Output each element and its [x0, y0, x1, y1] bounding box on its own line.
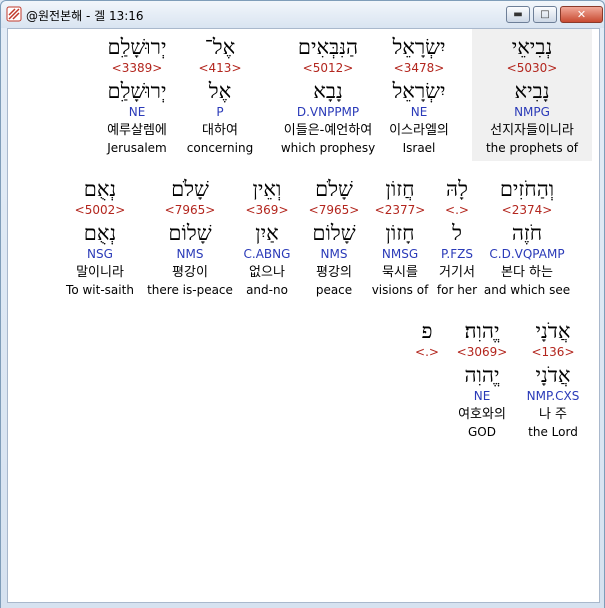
hebrew-word: פ	[421, 319, 433, 343]
korean-gloss	[367, 407, 487, 425]
maximize-icon: □	[540, 9, 550, 20]
minimize-icon: ▬	[513, 9, 523, 20]
interlinear-panel[interactable]: נְבִיאֵי <5030> נָבִיא NMPG 선지자들이니라 the proph…	[7, 28, 600, 603]
hebrew-word: יְרוּשָׁלִַם	[107, 35, 167, 59]
english-gloss: which prophesy	[280, 141, 376, 155]
maximize-button[interactable]: □	[533, 6, 557, 23]
strong-number: <.>	[415, 345, 439, 359]
strong-number: <5002>	[74, 203, 126, 217]
hebrew-lemma	[367, 362, 487, 389]
morphology-code	[367, 389, 487, 407]
morphology-code: NE	[128, 105, 146, 119]
minimize-button[interactable]: ▬	[506, 6, 530, 23]
word-column[interactable]: פ <.>	[367, 313, 487, 445]
hebrew-lemma: נָבָא	[313, 79, 343, 103]
korean-gloss: 이들은-예언하여	[283, 123, 373, 138]
hebrew-word: נְבִיאֵי	[511, 35, 553, 59]
strong-number: <5030>	[506, 61, 558, 75]
morphology-code: NSG	[87, 247, 113, 261]
word-column[interactable]: הַנִּבְּאִים <5012> נָבָא D.VNPPMP 이들은-예언하여 w…	[268, 29, 388, 161]
word-column[interactable]: יְרוּשָׁלִַם <3389> יְרוּשָׁלַ͏ִם NE 예루살렘에 Je…	[77, 29, 197, 161]
app-icon[interactable]	[6, 6, 22, 22]
hebrew-lemma: נָבִיא	[514, 79, 550, 103]
strong-number: <5012>	[302, 61, 354, 75]
english-gloss: Jerusalem	[107, 141, 167, 155]
morphology-code: NMPG	[514, 105, 550, 119]
close-icon: ✕	[576, 8, 587, 21]
korean-gloss: 예루살렘에	[107, 123, 167, 138]
window-bottom-border	[1, 603, 604, 608]
korean-gloss: 선지자들이니라	[490, 123, 574, 138]
strong-number: <3389>	[111, 61, 163, 75]
word-column[interactable]: נְבִיאֵי <5030> נָבִיא NMPG 선지자들이니라 the proph…	[472, 29, 592, 161]
window-title: @원전본해 - 겔 13:16	[26, 9, 144, 23]
hebrew-lemma: יְרוּשָׁלַ͏ִם	[107, 79, 167, 103]
morphology-code: D.VNPPMP	[296, 105, 360, 119]
english-gloss: the prophets of	[485, 141, 579, 155]
hebrew-word: הַנִּבְּאִים	[297, 35, 359, 59]
app-window: @원전본해 - 겔 13:16 ▬ □ ✕ נְבִיאֵי <5030> נָבִ…	[0, 0, 605, 608]
word-column[interactable]: נְאֻם <5002> נְאֻם NSG 말이니라 To wit-saith	[40, 171, 160, 303]
close-button[interactable]: ✕	[560, 6, 603, 23]
hebrew-lemma: נְאֻם	[83, 221, 117, 245]
hebrew-word: נְאֻם	[83, 177, 117, 201]
english-gloss: To wit-saith	[66, 283, 134, 297]
title-bar[interactable]: @원전본해 - 겔 13:16 ▬ □ ✕	[1, 1, 604, 28]
korean-gloss: 말이니라	[76, 265, 124, 280]
